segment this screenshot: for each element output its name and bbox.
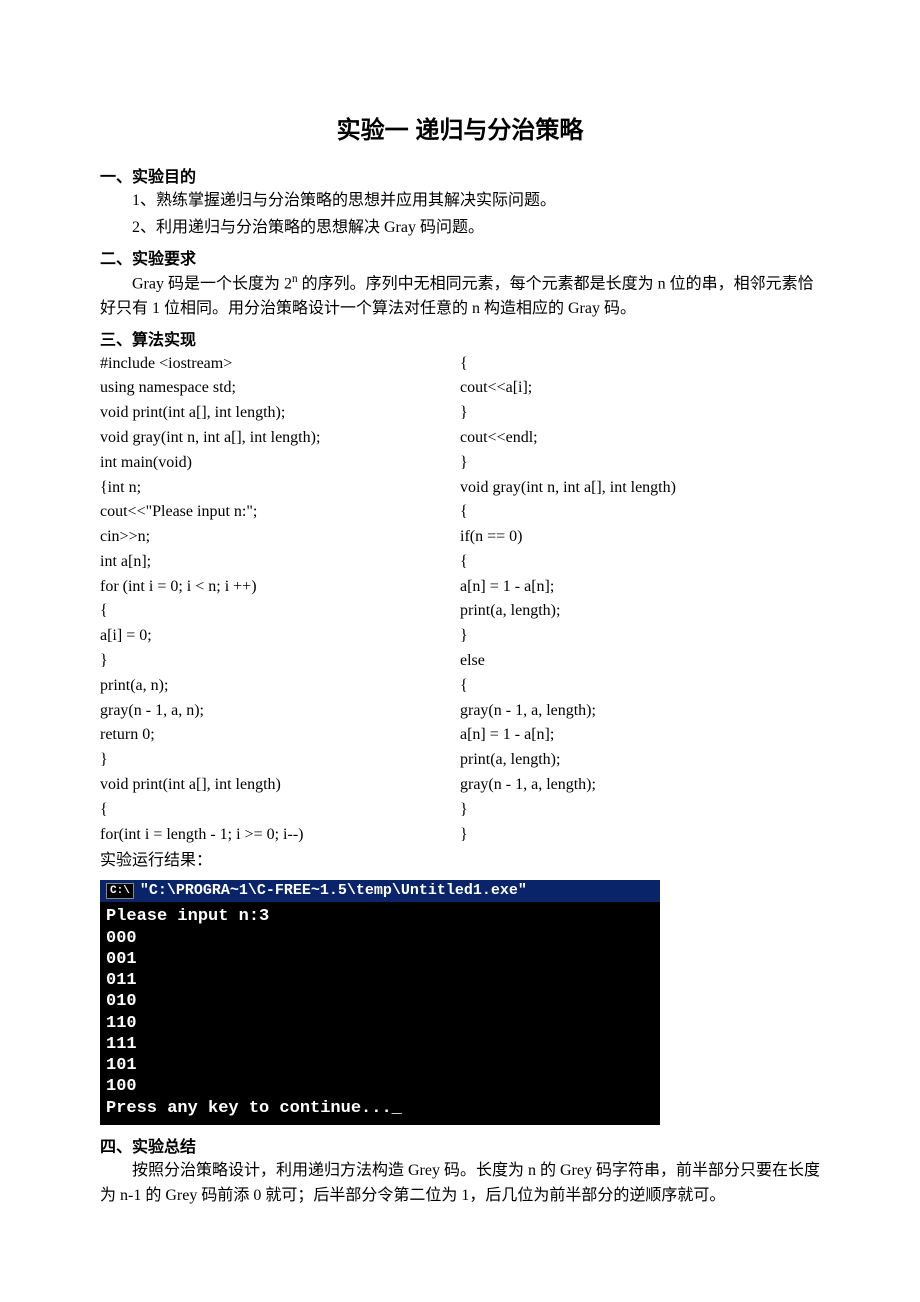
terminal-output-text: Please input n:3 000 001 011 010 110 111…: [106, 907, 402, 1117]
section-4-paragraph: 按照分治策略设计，利用递归方法构造 Grey 码。长度为 n 的 Grey 码字…: [100, 1159, 820, 1209]
terminal-titlebar: C:\ "C:\PROGRA~1\C-FREE~1.5\temp\Untitle…: [100, 880, 660, 902]
code-column-left: #include <iostream> using namespace std;…: [100, 352, 460, 848]
section-1-item-1: 1、熟练掌握递归与分治策略的思想并应用其解决实际问题。: [100, 189, 820, 214]
code-block: #include <iostream> using namespace std;…: [100, 352, 820, 848]
section-2-heading: 二、实验要求: [100, 245, 820, 269]
section-2-paragraph: Gray 码是一个长度为 2n 的序列。序列中无相同元素，每个元素都是长度为 n…: [100, 271, 820, 322]
section-4-heading: 四、实验总结: [100, 1133, 820, 1157]
result-label: 实验运行结果：: [100, 849, 820, 874]
code-column-right: { cout<<a[i]; } cout<<endl; } void gray(…: [460, 352, 820, 848]
page-title: 实验一 递归与分治策略: [100, 110, 820, 145]
terminal-title-text: "C:\PROGRA~1\C-FREE~1.5\temp\Untitled1.e…: [140, 882, 527, 899]
section-1-heading: 一、实验目的: [100, 163, 820, 187]
document-page: 实验一 递归与分治策略 一、实验目的 1、熟练掌握递归与分治策略的思想并应用其解…: [0, 0, 920, 1270]
terminal-icon: C:\: [106, 883, 134, 899]
section-1-item-2: 2、利用递归与分治策略的思想解决 Gray 码问题。: [100, 216, 820, 241]
terminal-output: Please input n:3 000 001 011 010 110 111…: [100, 902, 660, 1119]
section-3-heading: 三、算法实现: [100, 326, 820, 350]
terminal-window: C:\ "C:\PROGRA~1\C-FREE~1.5\temp\Untitle…: [100, 880, 660, 1125]
sec2-text-a: Gray 码是一个长度为 2: [132, 275, 292, 292]
